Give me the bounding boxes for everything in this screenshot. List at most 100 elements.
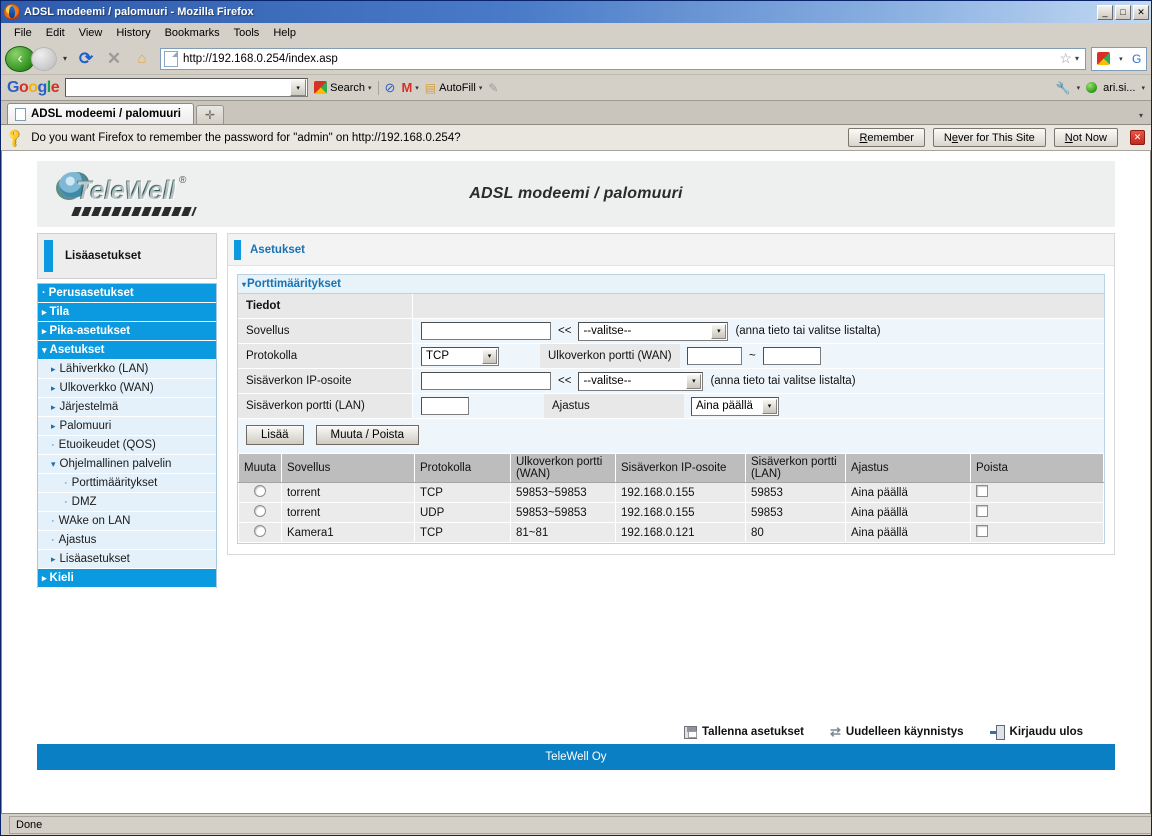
url-dropdown-icon[interactable]: ▾: [1075, 54, 1079, 63]
menu-view[interactable]: View: [72, 25, 110, 41]
chevron-down-icon[interactable]: ▾: [1077, 84, 1081, 92]
sidebar-item-lisaasetukset[interactable]: ▸ Lisäasetukset: [38, 550, 216, 569]
settings-wrench-icon[interactable]: 🔧: [1056, 81, 1071, 95]
row-radio-cell[interactable]: [238, 502, 282, 523]
menu-help[interactable]: Help: [266, 25, 303, 41]
sovellus-select[interactable]: --valitse-- ▾: [578, 321, 729, 341]
sidebar-item-label: WAke on LAN: [58, 515, 131, 527]
chevron-down-icon[interactable]: ▾: [1141, 84, 1145, 92]
sidebar-item-kieli[interactable]: ▸ Kieli: [38, 569, 216, 588]
url-input[interactable]: http://192.168.0.254/index.asp: [183, 53, 1056, 65]
site-banner: TeleWell ® ADSL modeemi / palomuuri: [37, 161, 1115, 227]
edit-delete-button[interactable]: Muuta / Poista: [315, 425, 420, 445]
ajastus-label: Ajastus: [544, 394, 684, 418]
chevron-down-icon[interactable]: ▾: [368, 84, 372, 92]
table-row[interactable]: torrent UDP 59853~59853 192.168.0.155 59…: [238, 502, 1105, 523]
protokolla-select[interactable]: TCP ▾: [421, 346, 499, 366]
menu-tools[interactable]: Tools: [227, 25, 267, 41]
sidebar-item-pika-asetukset[interactable]: ▸ Pika-asetukset: [38, 322, 216, 341]
logout-link[interactable]: Kirjaudu ulos: [990, 726, 1083, 739]
popup-blocker-icon[interactable]: ⊘: [385, 80, 396, 96]
save-settings-link[interactable]: Tallenna asetukset: [683, 725, 804, 739]
row-delete-cell[interactable]: [969, 502, 1105, 523]
tab-list-caret-icon[interactable]: ▾: [1139, 111, 1143, 120]
col-lan-ip: Sisäverkon IP-osoite: [614, 453, 746, 483]
page-icon: [164, 50, 179, 67]
reload-icon[interactable]: ⟳: [73, 46, 99, 72]
wan-port-to-input[interactable]: [762, 347, 821, 365]
stop-icon[interactable]: ✕: [101, 46, 127, 72]
menu-edit[interactable]: Edit: [39, 25, 72, 41]
wan-port-range-separator: ~: [749, 350, 756, 362]
gmail-icon[interactable]: M ▾: [401, 80, 418, 95]
sidebar-item-dmz[interactable]: · DMZ: [38, 493, 216, 512]
remember-button[interactable]: Remember: [848, 128, 925, 147]
tab-adsl-modeemi[interactable]: ADSL modeemi / palomuuri: [7, 103, 194, 124]
google-search-button[interactable]: Search ▾: [314, 81, 372, 94]
new-tab-button[interactable]: ✛: [195, 105, 224, 124]
form-row-sovellus: Sovellus << --valitse-- ▾ (anna tieto ta…: [238, 319, 1104, 344]
home-icon[interactable]: ⌂: [129, 46, 155, 72]
google-search-input[interactable]: ▾: [65, 78, 309, 97]
menu-file[interactable]: File: [7, 25, 39, 41]
search-box[interactable]: ▾ G: [1091, 46, 1147, 71]
sidebar-item-wake-on-lan[interactable]: · WAke on LAN: [38, 512, 216, 531]
menu-history[interactable]: History: [109, 25, 157, 41]
delete-checkbox[interactable]: [975, 505, 988, 517]
sidebar-item-lahiverkko-lan[interactable]: ▸ Lähiverkko (LAN): [38, 360, 216, 379]
chevron-down-icon[interactable]: ▾: [415, 84, 419, 92]
form-row-protokolla: Protokolla TCP ▾ Ulkoverkon portti (WAN)…: [238, 344, 1104, 369]
sidebar-item-ohjelmallinen-palvelin[interactable]: ▾ Ohjelmallinen palvelin: [38, 455, 216, 474]
url-bar[interactable]: http://192.168.0.254/index.asp ☆ ▾: [160, 47, 1086, 70]
panel-title[interactable]: ▾ Porttimääritykset: [238, 275, 1104, 294]
ajastus-select[interactable]: Aina päällä ▾: [691, 396, 779, 416]
sidebar-item-palomuuri[interactable]: ▸ Palomuuri: [38, 417, 216, 436]
google-account-label[interactable]: ari.si...: [1103, 82, 1135, 94]
sidebar-item-jarjestelma[interactable]: ▸ Järjestelmä: [38, 398, 216, 417]
sidebar-item-ajastus[interactable]: · Ajastus: [38, 531, 216, 550]
delete-checkbox[interactable]: [975, 525, 988, 537]
menu-bookmarks[interactable]: Bookmarks: [158, 25, 227, 41]
select-row-radio[interactable]: [253, 485, 266, 497]
select-row-radio[interactable]: [253, 525, 266, 537]
table-row[interactable]: Kamera1 TCP 81~81 192.168.0.121 80 Aina …: [238, 522, 1105, 543]
search-engine-caret-icon[interactable]: ▾: [1119, 55, 1123, 63]
sidebar-item-tila[interactable]: ▸ Tila: [38, 303, 216, 322]
never-for-this-site-button[interactable]: Ne ver for This Site: [932, 128, 1046, 147]
history-dropdown-icon[interactable]: ▾: [59, 54, 71, 63]
table-row[interactable]: torrent TCP 59853~59853 192.168.0.155 59…: [238, 482, 1105, 503]
chevron-down-icon[interactable]: ▾: [479, 84, 483, 92]
highlight-icon[interactable]: ✎: [488, 81, 498, 95]
delete-checkbox[interactable]: [975, 485, 988, 497]
restart-link[interactable]: ⇄ Uudelleen käynnistys: [830, 724, 964, 740]
maximize-button[interactable]: □: [1115, 4, 1131, 20]
wan-port-from-input[interactable]: [687, 347, 742, 365]
minimize-button[interactable]: _: [1097, 4, 1113, 20]
sidebar-item-porttimaaritykset[interactable]: · Porttimääritykset: [38, 474, 216, 493]
sidebar-item-asetukset[interactable]: ▾ Asetukset: [38, 341, 216, 360]
tab-page-icon: [15, 107, 26, 121]
row-radio-cell[interactable]: [238, 522, 282, 543]
select-row-radio[interactable]: [253, 505, 266, 517]
sidebar-item-ulkoverkko-wan[interactable]: ▸ Ulkoverkko (WAN): [38, 379, 216, 398]
bookmark-star-icon[interactable]: ☆: [1059, 50, 1072, 67]
forward-button[interactable]: ›: [31, 46, 57, 71]
lan-ip-select[interactable]: --valitse-- ▾: [578, 371, 704, 391]
row-delete-cell[interactable]: [969, 482, 1105, 503]
row-delete-cell[interactable]: [969, 522, 1105, 543]
row-radio-cell[interactable]: [238, 482, 282, 503]
add-button[interactable]: Lisää: [246, 425, 304, 445]
close-button[interactable]: ✕: [1133, 4, 1149, 20]
sovellus-input[interactable]: [421, 322, 551, 340]
notification-close-icon[interactable]: ✕: [1130, 130, 1145, 145]
sidebar-item-perusasetukset[interactable]: · Perusasetukset: [38, 284, 216, 303]
lan-ip-input[interactable]: [421, 372, 551, 390]
not-now-button[interactable]: Not Now: [1053, 128, 1118, 147]
google-toolbar-right: 🔧 ▾ ari.si... ▾: [1056, 81, 1145, 95]
google-search-dropdown-icon[interactable]: ▾: [290, 79, 307, 96]
autofill-button[interactable]: ▤ AutoFill ▾: [425, 81, 483, 95]
sidebar-item-etuoikeudet-qos[interactable]: · Etuoikeudet (QOS): [38, 436, 216, 455]
magnifier-icon[interactable]: G: [1132, 52, 1141, 66]
lan-port-input[interactable]: [421, 397, 469, 415]
table-body: torrent TCP 59853~59853 192.168.0.155 59…: [238, 482, 1105, 543]
